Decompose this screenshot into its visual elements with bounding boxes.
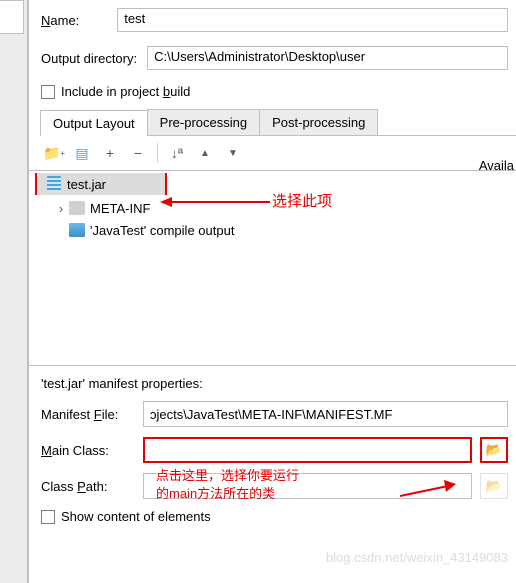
outdir-label: Output directory: [41,51,137,66]
main-class-label: Main Class: [41,443,143,458]
main-class-input[interactable] [143,437,472,463]
archive-icon[interactable]: ▤ [73,144,91,162]
outdir-row: Output directory: C:\Users\Administrator… [41,46,516,70]
manifest-file-label: Manifest File: [41,407,143,422]
left-gutter [0,0,28,583]
show-content-checkbox[interactable] [41,510,55,524]
tab-pre-processing[interactable]: Pre-processing [147,109,260,135]
tree: test.jar › META-INF 'JavaTest' compile o… [29,170,516,361]
name-row: Name: test [41,8,516,32]
name-label: Name: [41,13,79,28]
add-icon[interactable]: + [101,144,119,162]
jar-icon [47,176,61,192]
module-icon [69,223,85,237]
toolbar-separator [157,143,158,163]
folder-icon [69,201,85,215]
sort-icon[interactable]: ↓ª [168,144,186,162]
left-collapsed-tab[interactable] [0,0,24,34]
main-class-browse-button[interactable]: 📂 [480,437,508,463]
divider [29,365,516,366]
folder-open-icon: 📂 [486,478,502,494]
class-path-browse-button[interactable]: 📂 [480,473,508,499]
move-down-icon[interactable]: ▼ [224,144,242,162]
tree-item-jar[interactable]: test.jar [37,173,165,195]
folder-open-icon: 📂 [486,442,502,458]
tree-item-compile[interactable]: 'JavaTest' compile output [29,219,516,241]
tree-item-compile-label: 'JavaTest' compile output [90,223,234,238]
tree-whitespace [29,241,516,361]
name-input[interactable]: test [117,8,508,32]
tree-item-metainf[interactable]: › META-INF [29,197,516,219]
include-row: Include in project build [41,84,516,99]
main-class-row: Main Class: 📂 [41,437,516,463]
outdir-input[interactable]: C:\Users\Administrator\Desktop\user [147,46,508,70]
annotation-arrow-2 [400,480,460,500]
new-folder-icon[interactable]: 📁+ [45,144,63,162]
annotation-arrow-1 [160,194,270,210]
show-content-label: Show content of elements [61,509,211,524]
manifest-file-input[interactable]: ɔjects\JavaTest\META-INF\MANIFEST.MF [143,401,508,427]
toolbar: 📁+ ▤ + − ↓ª ▲ ▼ [41,136,516,170]
expand-icon[interactable]: › [55,201,67,216]
available-label: Availa [479,158,514,173]
manifest-file-row: Manifest File: ɔjects\JavaTest\META-INF\… [41,401,516,427]
manifest-props-header: 'test.jar' manifest properties: [41,376,516,391]
move-up-icon[interactable]: ▲ [196,144,214,162]
remove-icon[interactable]: − [129,144,147,162]
tree-item-jar-wrap: test.jar [35,173,167,195]
include-checkbox[interactable] [41,85,55,99]
tree-item-metainf-label: META-INF [90,201,150,216]
show-content-row: Show content of elements [41,509,516,524]
tree-item-jar-label: test.jar [67,177,106,192]
tabbar: Output Layout Pre-processing Post-proces… [40,109,516,136]
include-label: Include in project build [61,84,190,99]
class-path-label: Class Path: [41,479,143,494]
tab-post-processing[interactable]: Post-processing [259,109,378,135]
tab-output-layout[interactable]: Output Layout [40,110,148,136]
